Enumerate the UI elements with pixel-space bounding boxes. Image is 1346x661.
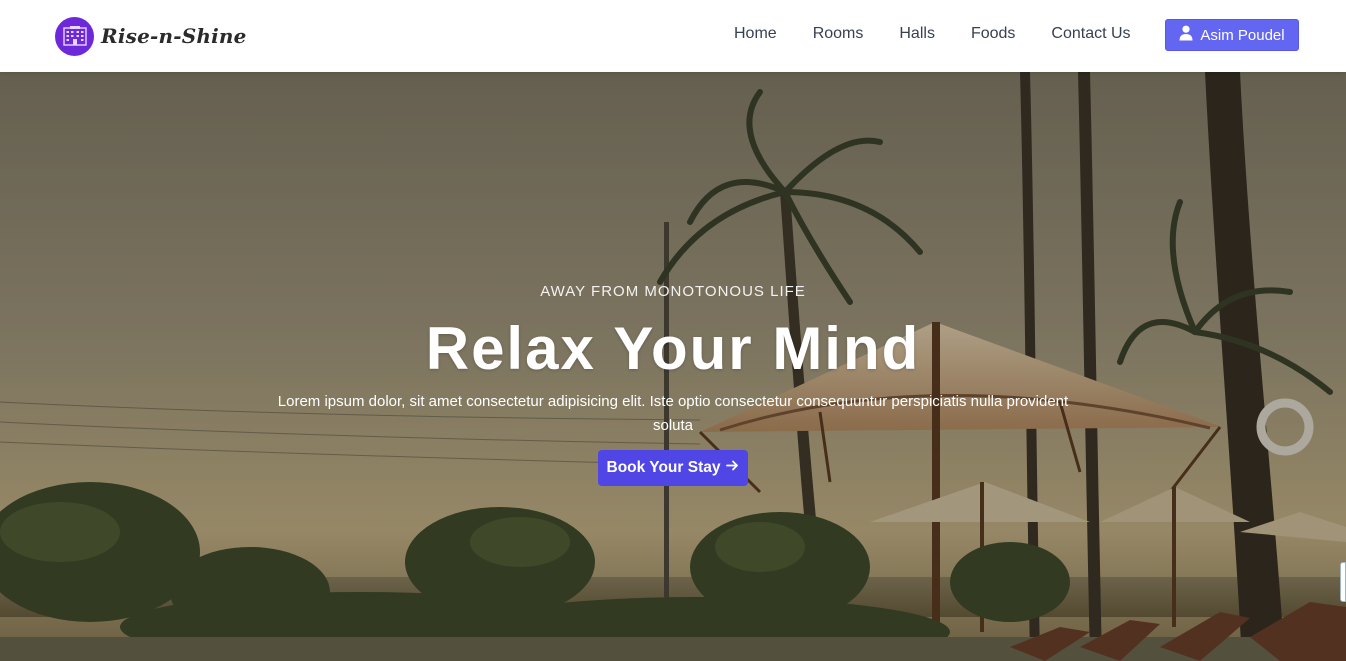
nav-home[interactable]: Home: [734, 24, 777, 44]
brand-name: Rise-n-Shine: [101, 24, 247, 48]
nav-rooms[interactable]: Rooms: [813, 24, 864, 44]
nav-halls[interactable]: Halls: [899, 24, 935, 44]
book-your-stay-button[interactable]: Book Your Stay: [597, 450, 749, 486]
nav-foods[interactable]: Foods: [971, 24, 1015, 44]
user-icon: [1179, 25, 1193, 45]
hero-kicker: AWAY FROM MONOTONOUS LIFE: [540, 283, 806, 300]
hotel-building-icon: [55, 16, 94, 56]
user-account-button[interactable]: Asim Poudel: [1165, 19, 1299, 51]
hero-description: Lorem ipsum dolor, sit amet consectetur …: [277, 393, 1069, 434]
brand-link[interactable]: Rise-n-Shine: [55, 16, 247, 56]
navbar: Rise-n-Shine Home Rooms Halls Foods Cont…: [0, 0, 1346, 72]
nav-contact-us[interactable]: Contact Us: [1051, 24, 1130, 44]
hero-section: AWAY FROM MONOTONOUS LIFE Relax Your Min…: [0, 72, 1346, 661]
main-nav: Home Rooms Halls Foods Contact Us: [734, 24, 1131, 44]
hero-content: AWAY FROM MONOTONOUS LIFE Relax Your Min…: [0, 282, 1346, 486]
cta-label: Book Your Stay: [606, 459, 721, 476]
side-tab-handle[interactable]: [1340, 562, 1346, 602]
user-name: Asim Poudel: [1200, 26, 1285, 44]
hero-title: Relax Your Mind: [425, 315, 921, 382]
arrow-right-icon: [726, 459, 739, 477]
